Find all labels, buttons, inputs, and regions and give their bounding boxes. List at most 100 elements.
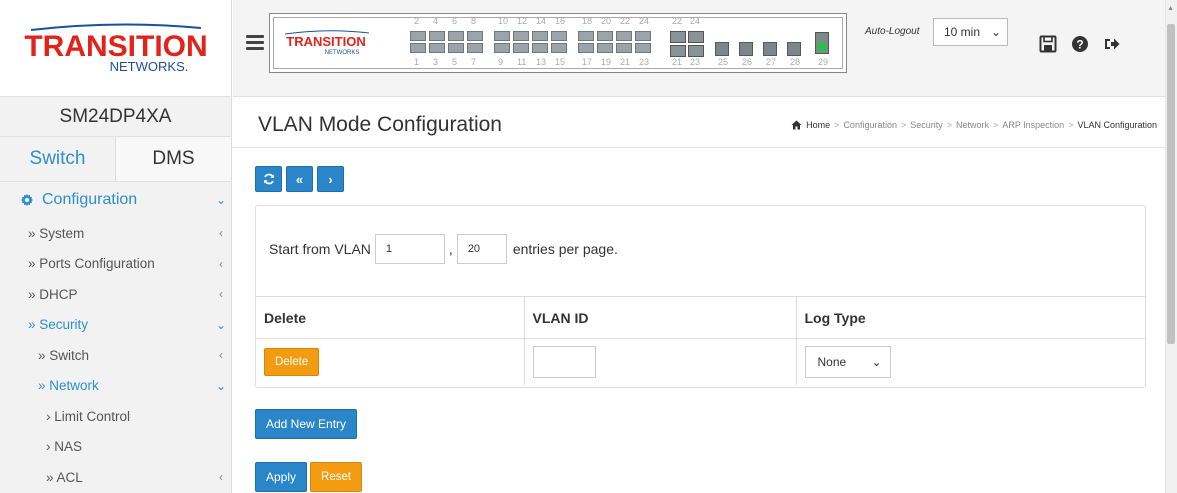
vlan-table-wrapper: Delete VLAN ID Log Type Delete None ⌄: [256, 296, 1145, 385]
help-icon[interactable]: ?: [1071, 35, 1089, 53]
chevron-left-icon: ‹: [219, 226, 223, 241]
port-icon[interactable]: [494, 43, 510, 53]
reset-button[interactable]: Reset: [310, 462, 363, 492]
sidebar-item-nas[interactable]: › NAS: [0, 432, 231, 463]
tab-dms[interactable]: DMS: [116, 137, 231, 181]
port-icon[interactable]: [429, 31, 445, 41]
page-title: VLAN Mode Configuration: [258, 113, 502, 136]
port-icon[interactable]: [688, 31, 704, 43]
start-vlan-input[interactable]: 1: [374, 234, 445, 264]
port-icon[interactable]: [532, 43, 548, 53]
svg-text:NETWORKS.: NETWORKS.: [109, 59, 188, 74]
port-icon[interactable]: [410, 31, 426, 41]
port-icon[interactable]: [597, 31, 613, 41]
port-icon[interactable]: [616, 31, 632, 41]
sidebar-item-acl[interactable]: » ACL ‹: [0, 462, 231, 493]
breadcrumb-arp-inspection[interactable]: ARP Inspection: [1002, 120, 1064, 130]
table-header-row: Delete VLAN ID Log Type: [256, 296, 1145, 339]
comma-separator: ,: [448, 241, 453, 257]
port-icon[interactable]: [551, 43, 567, 53]
port-icon[interactable]: [513, 31, 529, 41]
port-icon[interactable]: [578, 43, 594, 53]
port-icon[interactable]: [532, 31, 548, 41]
sidebar-item-switch[interactable]: » Switch ‹: [0, 340, 231, 371]
port-number-label: 23: [690, 57, 701, 67]
refresh-button[interactable]: [255, 166, 282, 192]
port-icon[interactable]: [448, 31, 464, 41]
port-number-label: 12: [517, 16, 528, 26]
scroll-up-icon[interactable]: ▲: [1167, 5, 1174, 12]
port-icon[interactable]: [715, 42, 729, 56]
port-icon[interactable]: [670, 31, 686, 43]
port-icon[interactable]: [635, 43, 651, 53]
svg-text:?: ?: [1076, 38, 1083, 52]
sidebar-item-label: » Switch: [38, 347, 90, 363]
port-icon[interactable]: [410, 43, 426, 53]
breadcrumb-home[interactable]: Home: [806, 120, 830, 130]
save-icon[interactable]: [1039, 35, 1057, 53]
hamburger-menu-icon[interactable]: [246, 35, 264, 51]
column-header-log-type: Log Type: [796, 296, 1145, 339]
column-header-delete: Delete: [256, 296, 525, 339]
port-icon[interactable]: [635, 31, 651, 41]
logo-area: TRANSITION NETWORKS.: [0, 0, 231, 97]
port-icon[interactable]: [513, 43, 529, 53]
port-icon[interactable]: [763, 42, 777, 56]
port-number-label: 15: [555, 57, 566, 67]
gear-icon: [20, 193, 34, 207]
scrollbar-thumb[interactable]: [1167, 24, 1175, 344]
breadcrumb-configuration[interactable]: Configuration: [843, 120, 897, 130]
svg-text:TRANSITION: TRANSITION: [286, 34, 365, 49]
next-page-button[interactable]: ›: [317, 166, 344, 192]
port-icon[interactable]: [815, 32, 829, 54]
vlan-table: Delete VLAN ID Log Type Delete None ⌄: [256, 296, 1145, 385]
port-icon[interactable]: [551, 31, 567, 41]
sidebar-item-label: » Security: [28, 317, 89, 333]
entries-per-page-input[interactable]: 20: [456, 234, 507, 264]
port-icon[interactable]: [467, 31, 483, 41]
sidebar-item-system[interactable]: » System ‹: [0, 218, 231, 249]
chevron-left-icon: ‹: [219, 348, 223, 363]
sidebar-item-configuration[interactable]: Configuration ⌄: [0, 182, 231, 218]
breadcrumb-network[interactable]: Network: [956, 120, 989, 130]
port-icon[interactable]: [688, 45, 704, 57]
log-type-select[interactable]: None ⌄: [804, 345, 891, 378]
sidebar-item-label: » Network: [38, 378, 99, 394]
port-number-label: 16: [555, 16, 566, 26]
logout-icon[interactable]: [1103, 35, 1121, 53]
tab-switch[interactable]: Switch: [0, 137, 116, 181]
breadcrumb-security[interactable]: Security: [910, 120, 943, 130]
auto-logout-select[interactable]: 10 min ⌄: [933, 18, 1008, 46]
sidebar-item-ports-configuration[interactable]: » Ports Configuration ‹: [0, 249, 231, 280]
apply-button[interactable]: Apply: [255, 462, 308, 492]
first-page-button[interactable]: «: [286, 166, 313, 192]
sidebar-item-label: › Limit Control: [46, 408, 131, 424]
port-icon[interactable]: [787, 42, 801, 56]
sidebar-tabs: Switch DMS: [0, 137, 231, 182]
auto-logout-label: Auto-Logout: [865, 26, 920, 37]
port-icon[interactable]: [616, 43, 632, 53]
port-icon[interactable]: [429, 43, 445, 53]
start-vlan-label: Start from VLAN: [269, 241, 371, 257]
switch-front-panel: TRANSITION NETWORKS 2 1 4 3 6 5 8 7 10 9 12 11 14 13 1…: [269, 13, 847, 73]
sidebar-item-label: » ACL: [46, 469, 83, 485]
port-icon[interactable]: [494, 31, 510, 41]
main-content: VLAN Mode Configuration Home > Configura…: [233, 98, 1165, 493]
port-icon[interactable]: [467, 43, 483, 53]
delete-button[interactable]: Delete: [264, 347, 320, 376]
port-icon[interactable]: [739, 42, 753, 56]
add-new-entry-button[interactable]: Add New Entry: [255, 409, 358, 439]
sidebar-item-network[interactable]: » Network ⌄: [0, 371, 231, 402]
port-icon[interactable]: [578, 31, 594, 41]
vlan-id-input[interactable]: [532, 345, 596, 378]
page-scrollbar[interactable]: ▲: [1165, 0, 1177, 493]
sidebar-item-dhcp[interactable]: » DHCP ‹: [0, 279, 231, 310]
port-icon[interactable]: [448, 43, 464, 53]
form-actions: Apply Reset: [255, 462, 363, 492]
home-icon: [791, 120, 802, 130]
sidebar-item-limit-control[interactable]: › Limit Control: [0, 401, 231, 432]
sidebar-item-security[interactable]: » Security ⌄: [0, 310, 231, 341]
delete-cell: Delete: [256, 338, 525, 385]
port-icon[interactable]: [597, 43, 613, 53]
port-icon[interactable]: [670, 45, 686, 57]
